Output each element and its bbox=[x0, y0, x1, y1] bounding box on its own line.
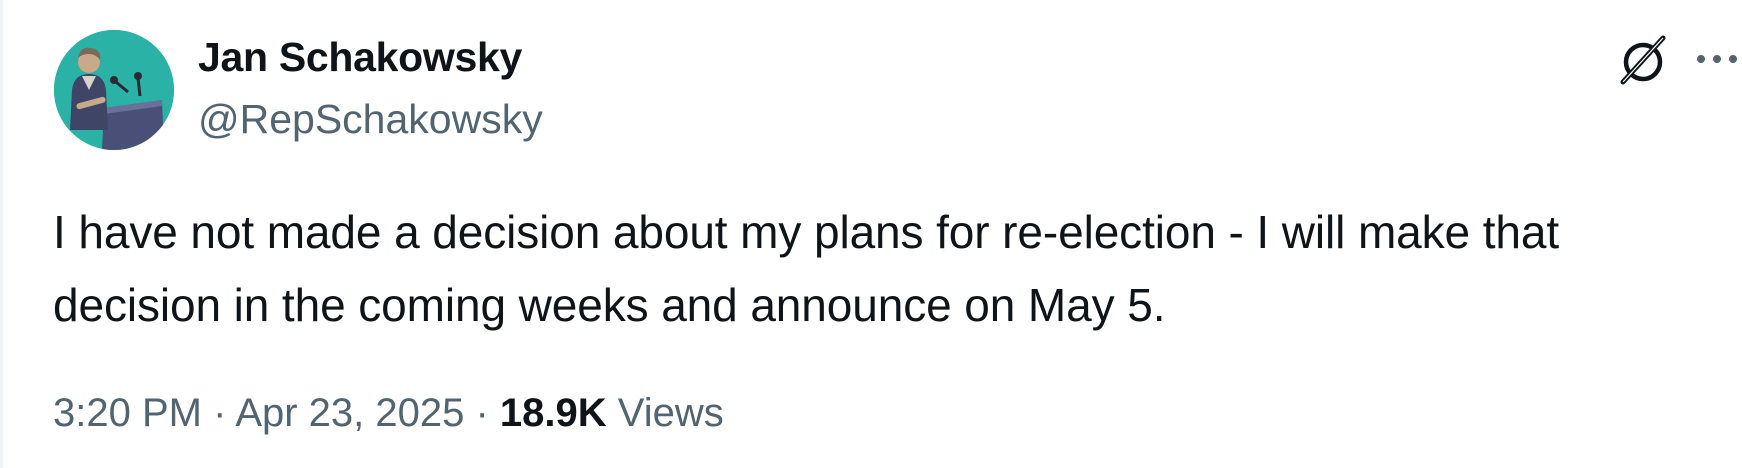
more-options-icon[interactable] bbox=[1693, 38, 1742, 80]
tweet-time[interactable]: 3:20 PM bbox=[53, 391, 202, 435]
views-count: 18.9K bbox=[499, 391, 607, 435]
meta-separator: · bbox=[201, 391, 236, 435]
author-name[interactable]: Jan Schakowsky bbox=[198, 34, 522, 81]
avatar-photo-icon bbox=[54, 30, 174, 150]
grok-icon[interactable] bbox=[1615, 32, 1671, 88]
avatar[interactable] bbox=[54, 30, 174, 150]
tweet-date[interactable]: Apr 23, 2025 bbox=[235, 391, 464, 435]
views-label: Views bbox=[606, 391, 724, 435]
tweet-meta: 3:20 PM · Apr 23, 2025 · 18.9K Views bbox=[53, 391, 724, 436]
author-handle[interactable]: @RepSchakowsky bbox=[198, 96, 543, 143]
tweet-card: Jan Schakowsky @RepSchakowsky I have not… bbox=[0, 0, 1742, 468]
tweet-text: I have not made a decision about my plan… bbox=[53, 206, 1560, 331]
meta-separator: · bbox=[464, 391, 500, 435]
